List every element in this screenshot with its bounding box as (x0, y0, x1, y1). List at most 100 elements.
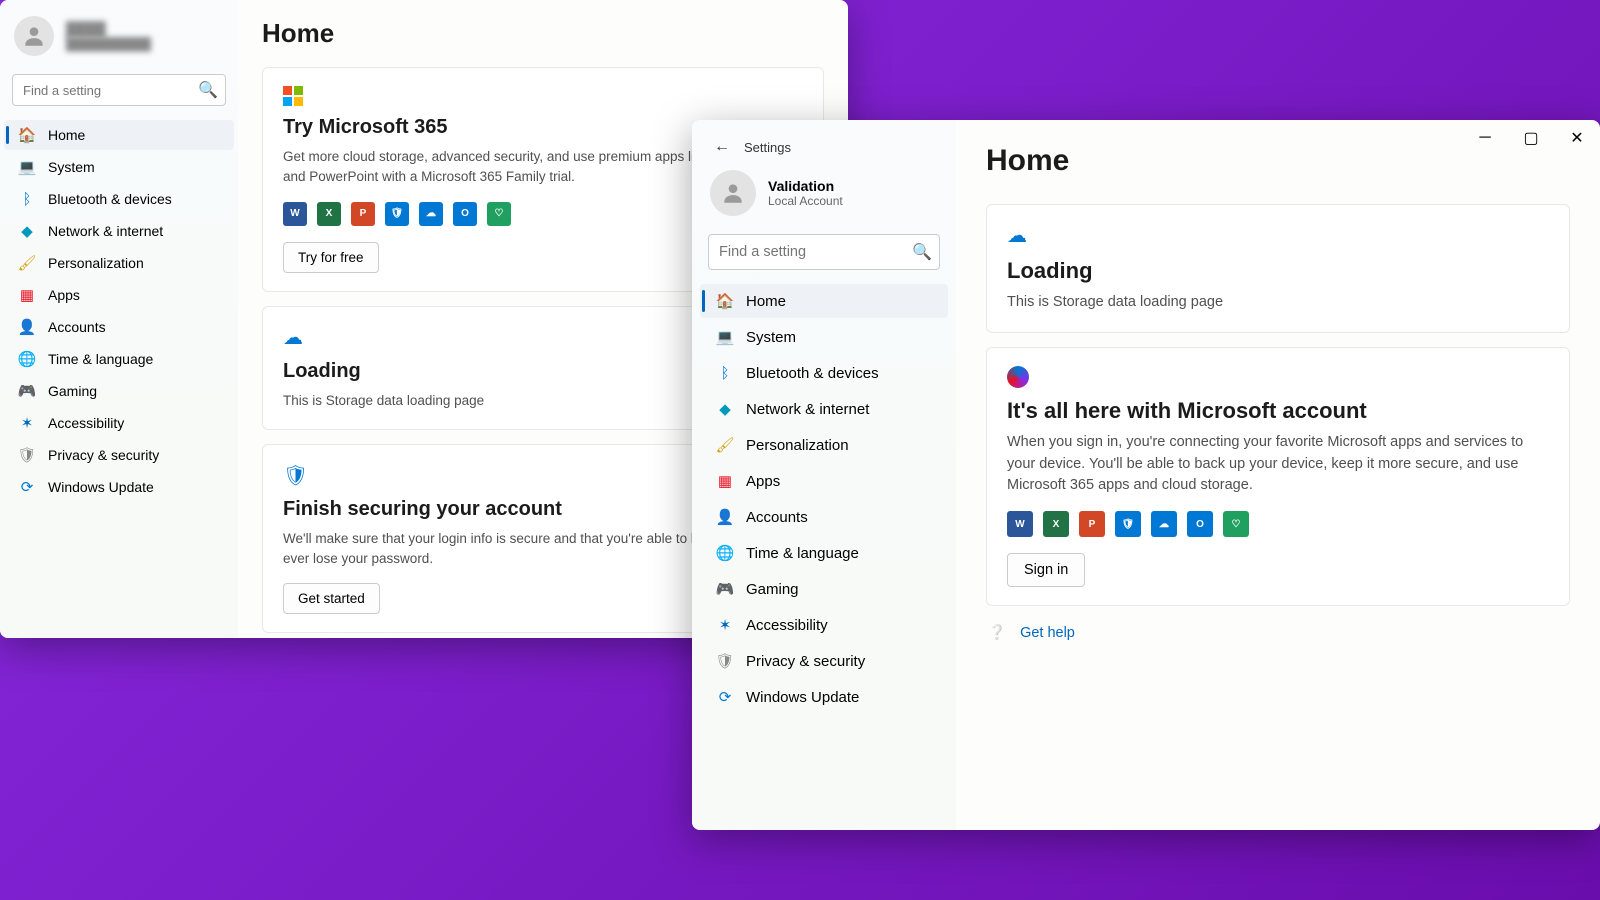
maximize-button[interactable]: ▢ (1508, 120, 1554, 156)
sidebar-item-accessibility[interactable]: ✶Accessibility (700, 608, 948, 642)
sidebar-item-label: Personalization (746, 437, 849, 454)
sidebar-item-network-internet[interactable]: ◆ Network & internet (4, 216, 234, 246)
card-microsoft-account: It's all here with Microsoft account Whe… (986, 347, 1570, 606)
main-content: Home ☁ Loading This is Storage data load… (956, 120, 1600, 830)
account-subtext: ██████████ (66, 37, 151, 51)
sidebar-item-personalization[interactable]: 🖌 Personalization (700, 428, 948, 462)
sidebar-item-label: Gaming (746, 581, 799, 598)
get-started-button[interactable]: Get started (283, 583, 380, 614)
bluetooth-devices-icon: ᛒ (18, 190, 36, 208)
sidebar-item-accounts[interactable]: 👤 Accounts (700, 500, 948, 534)
outlook-icon: O (453, 202, 477, 226)
search-input[interactable] (12, 74, 226, 106)
system-icon: 💻 (716, 328, 734, 346)
sidebar-item-accounts[interactable]: 👤 Accounts (4, 312, 234, 342)
home-icon: 🏠 (716, 292, 734, 310)
sidebar-item-privacy-security[interactable]: 🛡Privacy & security (4, 440, 234, 470)
titlebar-left: ← Settings (700, 130, 948, 162)
defender-icon: 🛡 (1115, 511, 1141, 537)
sidebar-item-gaming[interactable]: 🎮Gaming (4, 376, 234, 406)
search-wrap: 🔍 (12, 74, 226, 106)
account-header[interactable]: ████ ██████████ (4, 8, 234, 70)
sidebar-item-system[interactable]: 💻System (4, 152, 234, 182)
sidebar-item-time-language[interactable]: 🌐 Time & language (4, 344, 234, 374)
sidebar-item-label: Windows Update (48, 479, 154, 495)
system-icon: 💻 (18, 158, 36, 176)
cloud-icon: ☁ (1007, 223, 1549, 248)
nav-list-left: 🏠 Home 💻System ᛒ Bluetooth & devices ◆ Network… (4, 120, 234, 502)
sidebar-item-label: Accounts (48, 319, 106, 335)
microsoft-logo-icon (283, 86, 803, 106)
sidebar: ← Settings Validation Local Account 🔍 🏠H… (692, 120, 956, 830)
powerpoint-icon: P (351, 202, 375, 226)
card-body: When you sign in, you're connecting your… (1007, 432, 1549, 497)
accounts-icon: 👤 (716, 508, 734, 526)
close-button[interactable]: ✕ (1554, 120, 1600, 156)
sidebar-item-accessibility[interactable]: ✶ Accessibility (4, 408, 234, 438)
home-icon: 🏠 (18, 126, 36, 144)
sidebar-item-label: Network & internet (48, 223, 163, 239)
personalization-icon: 🖌 (18, 254, 36, 272)
microsoft-account-icon (1007, 366, 1549, 388)
sidebar-item-label: Windows Update (746, 689, 859, 706)
get-help-link[interactable]: ❔ Get help (986, 620, 1570, 645)
avatar-icon (710, 170, 756, 216)
privacy-security-icon: 🛡 (18, 446, 36, 464)
sidebar-item-home[interactable]: 🏠 Home (700, 284, 948, 318)
defender-icon: 🛡 (385, 202, 409, 226)
minimize-button[interactable]: ─ (1462, 120, 1508, 156)
windows-update-icon: ⟳ (716, 688, 734, 706)
accessibility-icon: ✶ (18, 414, 36, 432)
sidebar-item-label: Bluetooth & devices (48, 191, 172, 207)
sidebar-item-system[interactable]: 💻 System (700, 320, 948, 354)
help-icon: ❔ (988, 624, 1006, 641)
bluetooth-devices-icon: ᛒ (716, 364, 734, 382)
back-button[interactable]: ← (714, 138, 730, 156)
sidebar-item-home[interactable]: 🏠 Home (4, 120, 234, 150)
sidebar-item-time-language[interactable]: 🌐 Time & language (700, 536, 948, 570)
sidebar-item-label: Accessibility (48, 415, 124, 431)
powerpoint-icon: P (1079, 511, 1105, 537)
sidebar-item-label: Personalization (48, 255, 144, 271)
help-label: Get help (1020, 625, 1075, 641)
apps-icon: ▦ (18, 286, 36, 304)
network-internet-icon: ◆ (18, 222, 36, 240)
sidebar-item-label: System (746, 329, 796, 346)
sidebar-item-gaming[interactable]: 🎮Gaming (700, 572, 948, 606)
sidebar-item-label: Time & language (48, 351, 153, 367)
sidebar-item-label: Accounts (746, 509, 808, 526)
excel-icon: X (317, 202, 341, 226)
search-input[interactable] (708, 234, 940, 270)
sidebar-item-label: Home (48, 127, 85, 143)
try-for-free-button[interactable]: Try for free (283, 242, 379, 273)
account-header[interactable]: Validation Local Account (700, 162, 948, 230)
sign-in-button[interactable]: Sign in (1007, 553, 1085, 587)
titlebar-controls: ─ ▢ ✕ (1462, 120, 1600, 156)
card-body: This is Storage data loading page (1007, 292, 1549, 314)
sidebar-item-bluetooth-devices[interactable]: ᛒ Bluetooth & devices (4, 184, 234, 214)
sidebar-item-label: Gaming (48, 383, 97, 399)
accessibility-icon: ✶ (716, 616, 734, 634)
app-icons-row-right: WXP🛡☁O♡ (1007, 511, 1549, 537)
card-title: Loading (1007, 258, 1549, 284)
family-icon: ♡ (487, 202, 511, 226)
app-title: Settings (744, 140, 791, 155)
sidebar-item-privacy-security[interactable]: 🛡Privacy & security (700, 644, 948, 678)
sidebar-item-network-internet[interactable]: ◆Network & internet (700, 392, 948, 426)
page-title: Home (262, 18, 824, 49)
sidebar-item-personalization[interactable]: 🖌 Personalization (4, 248, 234, 278)
sidebar-item-label: Apps (48, 287, 80, 303)
time-language-icon: 🌐 (18, 350, 36, 368)
time-language-icon: 🌐 (716, 544, 734, 562)
personalization-icon: 🖌 (716, 436, 734, 454)
sidebar-item-windows-update[interactable]: ⟳ Windows Update (700, 680, 948, 714)
family-icon: ♡ (1223, 511, 1249, 537)
sidebar-item-apps[interactable]: ▦Apps (700, 464, 948, 498)
sidebar-item-apps[interactable]: ▦ Apps (4, 280, 234, 310)
sidebar-item-bluetooth-devices[interactable]: ᛒBluetooth & devices (700, 356, 948, 390)
accounts-icon: 👤 (18, 318, 36, 336)
sidebar-item-label: Home (746, 293, 786, 310)
sidebar-item-windows-update[interactable]: ⟳Windows Update (4, 472, 234, 502)
sidebar-item-label: Time & language (746, 545, 859, 562)
onedrive-icon: ☁ (1151, 511, 1177, 537)
